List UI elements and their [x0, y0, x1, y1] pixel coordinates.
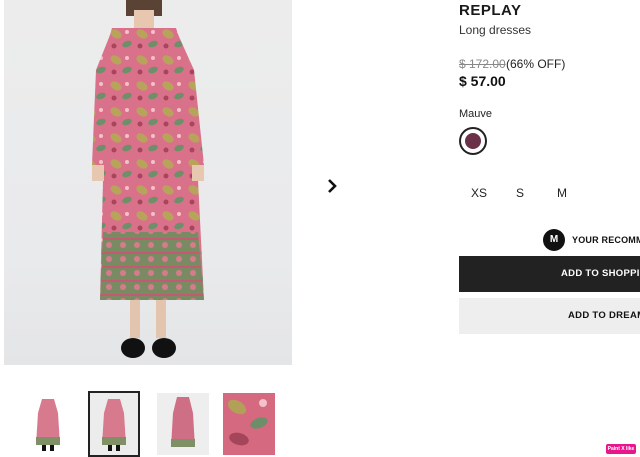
add-to-bag-button[interactable]: ADD TO SHOPPIN	[459, 256, 640, 292]
dress-thumbnail-image	[22, 393, 74, 455]
product-brand[interactable]: REPLAY	[459, 2, 521, 19]
color-swatch-mauve[interactable]	[459, 127, 487, 155]
original-price: $ 172.00	[459, 57, 506, 71]
dress-figure-illustration	[92, 0, 204, 358]
size-option-s[interactable]: S	[505, 186, 535, 200]
size-option-m[interactable]: M	[547, 186, 577, 200]
recommend-badge[interactable]: M	[543, 229, 565, 251]
recommend-link[interactable]: YOUR RECOMM	[572, 235, 640, 245]
sale-price: $ 57.00	[459, 73, 506, 89]
fabric-thumbnail-image	[223, 393, 275, 455]
add-to-dream-box-button[interactable]: ADD TO DREAM	[459, 298, 640, 334]
extension-badge[interactable]: Paint X like	[606, 444, 636, 454]
thumbnail-4[interactable]	[223, 393, 275, 455]
thumbnail-3[interactable]	[157, 393, 209, 455]
next-image-button[interactable]	[322, 176, 342, 196]
color-swatch-fill	[465, 133, 481, 149]
thumbnail-1[interactable]	[22, 393, 74, 455]
chevron-right-icon	[328, 179, 337, 193]
dress-thumbnail-image	[90, 393, 138, 455]
main-product-image[interactable]	[4, 0, 292, 365]
discount-percent: (66% OFF)	[506, 57, 566, 71]
thumbnail-2[interactable]	[88, 391, 140, 457]
color-label: Mauve	[459, 108, 493, 120]
dress-thumbnail-image	[157, 393, 209, 455]
size-option-xs[interactable]: XS	[464, 186, 494, 200]
product-category: Long dresses	[459, 23, 532, 37]
